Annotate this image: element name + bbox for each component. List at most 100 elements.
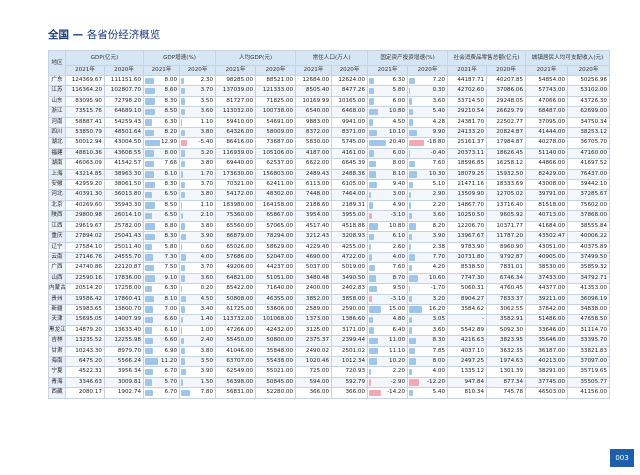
data-cell: 12.90 xyxy=(143,137,181,149)
data-cell: 6540.00 xyxy=(295,106,333,118)
data-cell: 6.30 xyxy=(143,116,181,129)
data-cell: 4037.10 xyxy=(447,345,488,357)
data-cell: 22120.87 xyxy=(103,262,145,274)
cell-value: 4.90 xyxy=(392,201,406,208)
data-cell: 53606.00 xyxy=(255,303,297,316)
positive-data-bar xyxy=(145,306,154,313)
data-cell: 37433.00 xyxy=(525,272,569,285)
data-cell: 0.60 xyxy=(179,241,217,253)
positive-data-bar xyxy=(409,244,411,251)
cell-value: 3.50 xyxy=(200,357,214,364)
data-cell: 33395.70 xyxy=(567,335,611,347)
header-year: 2021年 xyxy=(525,65,569,76)
positive-data-bar xyxy=(145,264,154,272)
data-cell: 55021.00 xyxy=(255,366,297,378)
positive-data-bar xyxy=(145,254,154,261)
data-cell: 57065.00 xyxy=(255,220,297,233)
positive-data-bar xyxy=(409,348,416,355)
data-cell: 20.40 xyxy=(367,137,409,149)
data-cell: 18626.45 xyxy=(486,147,527,160)
positive-data-bar xyxy=(409,306,423,313)
data-cell: 49206.00 xyxy=(215,262,257,274)
data-cell: 7.80 xyxy=(179,387,217,399)
data-cell: 8.30 xyxy=(407,335,449,347)
data-cell: 40278.00 xyxy=(525,137,569,149)
data-cell: 47066.00 xyxy=(525,95,569,108)
data-cell: 6.00 xyxy=(367,147,409,160)
data-cell: 11.20 xyxy=(143,355,181,368)
data-cell: 2490.02 xyxy=(295,345,333,357)
data-cell: 7.66 xyxy=(143,158,181,170)
cell-value: 3.80 xyxy=(200,191,214,198)
positive-data-bar xyxy=(145,181,155,188)
positive-data-bar xyxy=(181,233,186,240)
province-name: 黑龙江 xyxy=(48,324,66,337)
table-row: 广西 24740.86 22120.87 7.50 3.70 49206.00 44237.… xyxy=(48,262,611,274)
positive-data-bar xyxy=(145,150,155,157)
cell-value: 8.80 xyxy=(164,222,178,229)
cell-value: 3.80 xyxy=(200,347,214,354)
cell-value: 6.50 xyxy=(164,191,178,198)
data-cell: 6.70 xyxy=(143,387,181,399)
positive-data-bar xyxy=(369,160,376,168)
province-name: 湖北 xyxy=(48,137,66,149)
data-cell: 7.30 xyxy=(143,251,181,264)
data-cell: 29210.54 xyxy=(447,106,488,118)
data-cell: 40006.22 xyxy=(567,231,611,243)
data-cell: 12255.98 xyxy=(103,335,145,347)
data-cell: 71825.00 xyxy=(255,95,297,108)
table-row: 福建 48810.36 43608.55 8.00 3.20 116939.00 10510… xyxy=(48,147,611,160)
data-cell: 59410.00 xyxy=(215,116,257,129)
data-cell: 24133.20 xyxy=(447,127,488,139)
cell-value: 3.90 xyxy=(432,233,446,240)
cell-value: 10.80 xyxy=(389,108,406,115)
cell-value: 2.10 xyxy=(200,212,214,219)
positive-data-bar xyxy=(181,87,186,95)
data-cell: 1974.63 xyxy=(486,355,527,368)
data-cell: 16258.12 xyxy=(486,158,527,170)
cell-value: 10.20 xyxy=(389,357,406,364)
data-cell: 62699.00 xyxy=(567,106,611,118)
data-cell: 88521.00 xyxy=(255,74,297,87)
data-cell: 3.90 xyxy=(179,231,217,243)
data-cell: 12624.00 xyxy=(331,74,369,87)
data-cell: 54854.00 xyxy=(525,74,569,87)
cell-value: 7.60 xyxy=(392,264,406,271)
cell-value: 3.70 xyxy=(200,181,214,188)
data-cell: 8.20 xyxy=(143,127,181,139)
data-cell: 85422.00 xyxy=(215,283,257,295)
data-cell: 38555.84 xyxy=(567,220,611,233)
data-cell: 3.40 xyxy=(179,303,217,316)
data-cell: 58009.00 xyxy=(255,127,297,139)
data-cell: 53102.00 xyxy=(567,85,611,97)
positive-data-bar xyxy=(181,108,186,116)
cell-value: 3.90 xyxy=(200,368,214,375)
cell-value: 20.40 xyxy=(389,139,406,146)
data-cell: 26629.79 xyxy=(486,106,527,118)
header-year: 2021年 xyxy=(295,65,333,76)
data-cell: 52047.00 xyxy=(255,251,297,264)
data-cell: 5037.00 xyxy=(295,262,333,274)
positive-data-bar xyxy=(369,129,378,136)
data-cell: 8.30 xyxy=(143,95,181,108)
data-cell: 3.80 xyxy=(179,158,217,170)
data-cell: 8.50 xyxy=(143,106,181,118)
data-cell: 34750.34 xyxy=(567,116,611,129)
cell-value: 3.70 xyxy=(200,87,214,94)
data-cell: 18596.85 xyxy=(447,158,488,170)
data-cell: 44377.00 xyxy=(525,283,569,295)
positive-data-bar xyxy=(409,389,414,397)
data-cell: 40375.89 xyxy=(567,241,611,253)
positive-data-bar xyxy=(409,337,416,345)
positive-data-bar xyxy=(409,129,418,136)
data-cell: 3346.63 xyxy=(65,376,105,389)
data-cell: 3.80 xyxy=(179,220,217,233)
data-cell: 3.90 xyxy=(179,366,217,378)
data-cell: 8904.27 xyxy=(447,293,488,305)
data-cell: 4517.40 xyxy=(295,220,333,233)
data-cell: 31114.70 xyxy=(567,324,611,337)
positive-data-bar xyxy=(145,191,153,199)
data-cell: 3.20 xyxy=(407,293,449,305)
data-cell: 39442.10 xyxy=(567,179,611,191)
header-year: 2021年 xyxy=(447,65,488,76)
